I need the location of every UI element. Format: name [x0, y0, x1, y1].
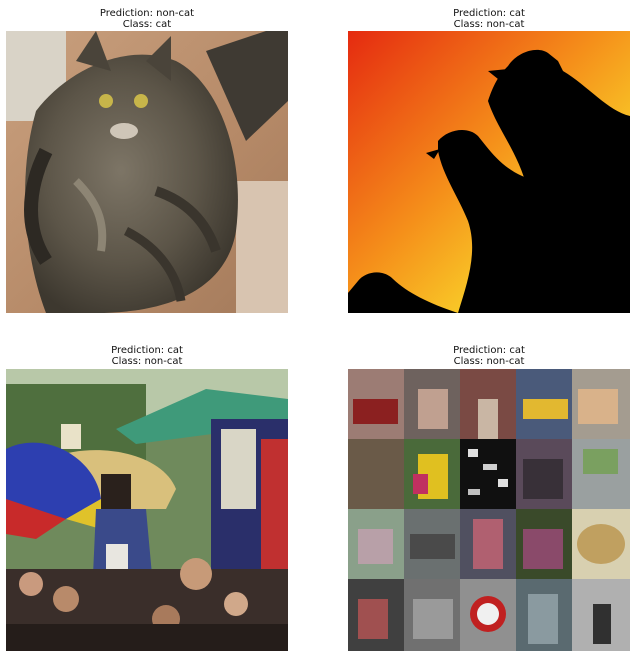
panel-caption: Prediction: cat Class: non-cat [348, 8, 630, 30]
class-label: Class: non-cat [111, 356, 183, 367]
prediction-label: Prediction: cat [453, 345, 525, 356]
birds-image [348, 31, 630, 313]
collage-image [348, 369, 630, 651]
prediction-label: Prediction: cat [453, 8, 525, 19]
panel-caption: Prediction: non-cat Class: cat [6, 8, 288, 30]
class-label: Class: cat [122, 19, 172, 30]
class-label: Class: non-cat [453, 356, 525, 367]
cat-image [6, 31, 288, 313]
panel-caption: Prediction: cat Class: non-cat [348, 345, 630, 367]
panel-caption: Prediction: cat Class: non-cat [6, 345, 288, 367]
prediction-label: Prediction: cat [111, 345, 183, 356]
class-label: Class: non-cat [453, 19, 525, 30]
prediction-label: Prediction: non-cat [99, 8, 195, 19]
market-image [6, 369, 288, 651]
